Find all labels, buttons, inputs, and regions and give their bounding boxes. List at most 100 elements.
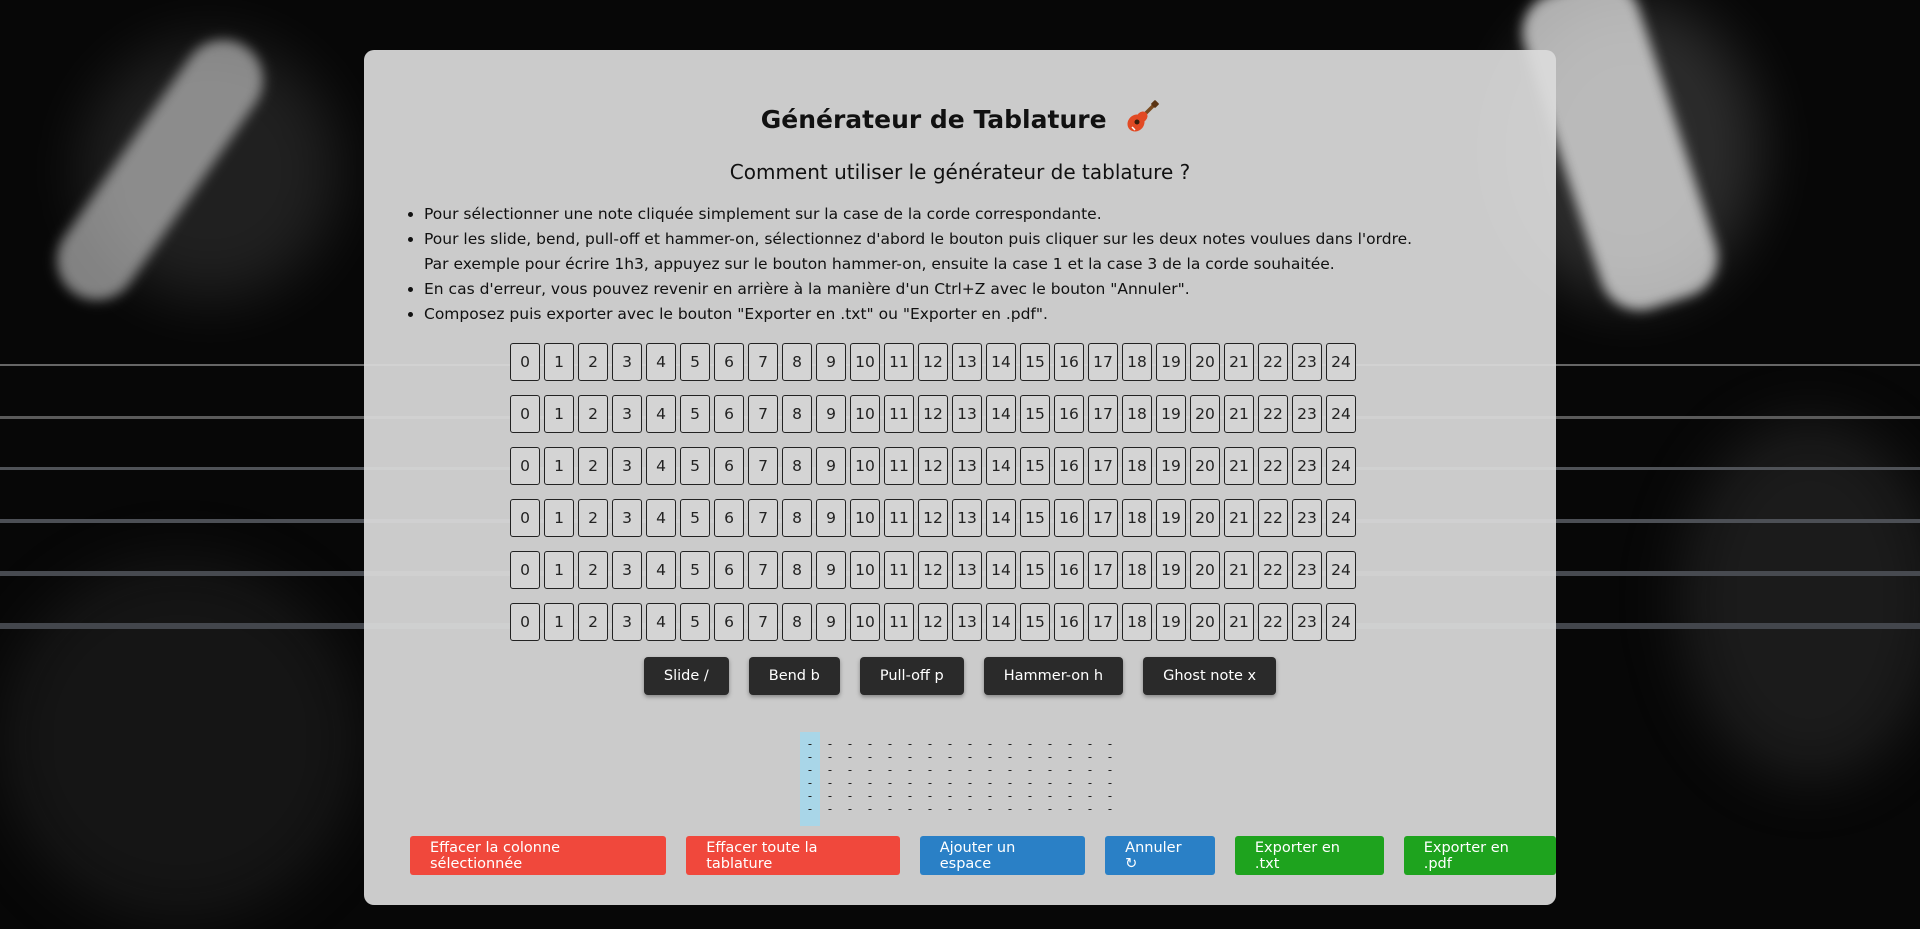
fret-button[interactable]: 22 (1258, 447, 1288, 485)
fret-button[interactable]: 20 (1190, 603, 1220, 641)
fret-button[interactable]: 3 (612, 499, 642, 537)
fret-button[interactable]: 7 (748, 447, 778, 485)
fret-button[interactable]: 17 (1088, 343, 1118, 381)
fret-button[interactable]: 18 (1122, 551, 1152, 589)
fret-button[interactable]: 0 (510, 447, 540, 485)
fret-button[interactable]: 5 (680, 551, 710, 589)
fret-button[interactable]: 13 (952, 395, 982, 433)
fret-button[interactable]: 8 (782, 395, 812, 433)
fret-button[interactable]: 2 (578, 395, 608, 433)
fret-button[interactable]: 0 (510, 343, 540, 381)
fret-button[interactable]: 11 (884, 603, 914, 641)
fret-button[interactable]: 15 (1020, 499, 1050, 537)
fret-button[interactable]: 5 (680, 395, 710, 433)
fret-button[interactable]: 23 (1292, 551, 1322, 589)
fret-button[interactable]: 4 (646, 343, 676, 381)
fret-button[interactable]: 2 (578, 343, 608, 381)
fret-button[interactable]: 1 (544, 603, 574, 641)
fret-button[interactable]: 22 (1258, 551, 1288, 589)
fret-button[interactable]: 14 (986, 447, 1016, 485)
clear-all-button[interactable]: Effacer toute la tablature (686, 836, 900, 875)
fret-button[interactable]: 18 (1122, 447, 1152, 485)
tab-column[interactable]: ------ (900, 732, 920, 826)
fret-button[interactable]: 8 (782, 603, 812, 641)
fret-button[interactable]: 5 (680, 499, 710, 537)
tab-column[interactable]: ------ (1060, 732, 1080, 826)
fret-button[interactable]: 17 (1088, 395, 1118, 433)
fret-button[interactable]: 1 (544, 447, 574, 485)
fret-button[interactable]: 10 (850, 395, 880, 433)
fret-button[interactable]: 13 (952, 499, 982, 537)
fret-button[interactable]: 1 (544, 395, 574, 433)
fret-button[interactable]: 1 (544, 343, 574, 381)
fret-button[interactable]: 11 (884, 551, 914, 589)
fret-button[interactable]: 10 (850, 603, 880, 641)
fret-button[interactable]: 12 (918, 343, 948, 381)
tab-column[interactable]: ------ (1000, 732, 1020, 826)
fret-button[interactable]: 9 (816, 551, 846, 589)
fret-button[interactable]: 24 (1326, 395, 1356, 433)
fret-button[interactable]: 19 (1156, 395, 1186, 433)
fret-button[interactable]: 9 (816, 395, 846, 433)
fret-button[interactable]: 16 (1054, 603, 1084, 641)
fret-button[interactable]: 13 (952, 603, 982, 641)
fret-button[interactable]: 18 (1122, 395, 1152, 433)
fret-button[interactable]: 10 (850, 499, 880, 537)
hammer-on-button[interactable]: Hammer-on h (983, 657, 1124, 695)
slide-button[interactable]: Slide / (643, 657, 729, 695)
fret-button[interactable]: 24 (1326, 343, 1356, 381)
fret-button[interactable]: 7 (748, 551, 778, 589)
fret-button[interactable]: 16 (1054, 499, 1084, 537)
fret-button[interactable]: 19 (1156, 447, 1186, 485)
fret-button[interactable]: 23 (1292, 343, 1322, 381)
fret-button[interactable]: 12 (918, 603, 948, 641)
fret-button[interactable]: 11 (884, 395, 914, 433)
fret-button[interactable]: 24 (1326, 447, 1356, 485)
fret-button[interactable]: 24 (1326, 551, 1356, 589)
fret-button[interactable]: 8 (782, 447, 812, 485)
fret-button[interactable]: 21 (1224, 447, 1254, 485)
fret-button[interactable]: 6 (714, 447, 744, 485)
fret-button[interactable]: 16 (1054, 551, 1084, 589)
fret-button[interactable]: 5 (680, 447, 710, 485)
fret-button[interactable]: 2 (578, 551, 608, 589)
fret-button[interactable]: 10 (850, 551, 880, 589)
tab-column[interactable]: ------ (1100, 732, 1120, 826)
tab-column[interactable]: ------ (820, 732, 840, 826)
ghost-note-button[interactable]: Ghost note x (1143, 657, 1277, 695)
fret-button[interactable]: 6 (714, 395, 744, 433)
fret-button[interactable]: 10 (850, 447, 880, 485)
tab-column[interactable]: ------ (940, 732, 960, 826)
fret-button[interactable]: 16 (1054, 395, 1084, 433)
fret-button[interactable]: 18 (1122, 499, 1152, 537)
fret-button[interactable]: 6 (714, 603, 744, 641)
fret-button[interactable]: 23 (1292, 395, 1322, 433)
tab-column[interactable]: ------ (960, 732, 980, 826)
fret-button[interactable]: 8 (782, 499, 812, 537)
fret-button[interactable]: 18 (1122, 603, 1152, 641)
fret-button[interactable]: 0 (510, 395, 540, 433)
fret-button[interactable]: 4 (646, 447, 676, 485)
fret-button[interactable]: 23 (1292, 499, 1322, 537)
fret-button[interactable]: 15 (1020, 395, 1050, 433)
fret-button[interactable]: 16 (1054, 447, 1084, 485)
fret-button[interactable]: 10 (850, 343, 880, 381)
fret-button[interactable]: 21 (1224, 395, 1254, 433)
fret-button[interactable]: 20 (1190, 551, 1220, 589)
fret-button[interactable]: 7 (748, 395, 778, 433)
fret-button[interactable]: 2 (578, 447, 608, 485)
fret-button[interactable]: 19 (1156, 343, 1186, 381)
undo-button[interactable]: Annuler ↻ (1105, 836, 1215, 875)
bend-button[interactable]: Bend b (748, 657, 840, 695)
tab-column[interactable]: ------ (840, 732, 860, 826)
tab-column[interactable]: ------ (1020, 732, 1040, 826)
tab-column[interactable]: ------ (860, 732, 880, 826)
fret-button[interactable]: 6 (714, 551, 744, 589)
fret-button[interactable]: 7 (748, 343, 778, 381)
fret-button[interactable]: 15 (1020, 343, 1050, 381)
fret-button[interactable]: 6 (714, 343, 744, 381)
add-space-button[interactable]: Ajouter un espace (919, 836, 1086, 875)
fret-button[interactable]: 16 (1054, 343, 1084, 381)
fret-button[interactable]: 9 (816, 343, 846, 381)
fret-button[interactable]: 4 (646, 551, 676, 589)
